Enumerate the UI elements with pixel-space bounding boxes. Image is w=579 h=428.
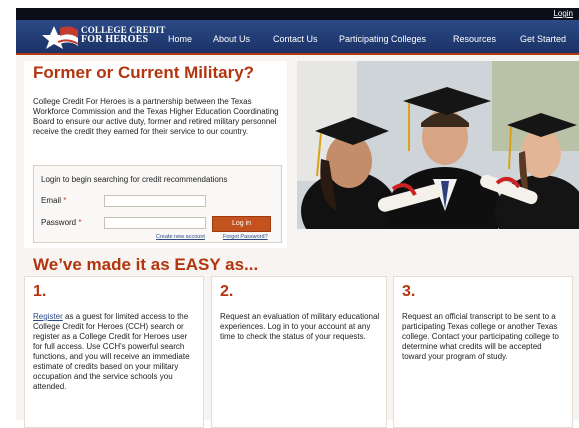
step-text: Request an evaluation of military educat… [220,312,380,341]
main-navigation: COLLEGE CREDIT FOR HEROES Home About Us … [16,20,579,55]
nav-resources[interactable]: Resources [453,34,496,44]
create-account-link[interactable]: Create new account [156,234,205,240]
intro-paragraph: College Credit For Heroes is a partnersh… [33,97,279,136]
flag-star-icon [42,26,79,49]
steps-heading: We’ve made it as EASY as... [33,255,259,274]
forgot-password-link[interactable]: Forgot Password? [223,234,268,240]
step-number: 1. [33,283,47,300]
password-label: Password * [41,218,82,227]
login-button[interactable]: Log in [212,216,271,232]
email-field[interactable] [104,195,206,207]
nav-contact-us[interactable]: Contact Us [273,34,318,44]
page-title: Former or Current Military? [33,63,255,82]
step-text: Request an official transcript to be sen… [402,312,559,361]
login-link[interactable]: Login [553,8,573,20]
hero-photo-graduates [297,61,579,229]
email-label: Email * [41,196,67,205]
login-form: Login to begin searching for credit reco… [33,165,282,243]
site-logo[interactable]: COLLEGE CREDIT FOR HEROES [40,22,180,52]
nav-home[interactable]: Home [168,34,192,44]
nav-participating-colleges[interactable]: Participating Colleges [339,34,426,44]
top-utility-bar: Login [16,8,579,20]
step-text: Register as a guest for limited access t… [33,312,190,391]
password-field[interactable] [104,217,206,229]
nav-about-us[interactable]: About Us [213,34,250,44]
nav-get-started[interactable]: Get Started [520,34,566,44]
graduates-illustration [297,61,579,229]
step-number: 2. [220,283,234,300]
logo-wordmark: COLLEGE CREDIT FOR HEROES [81,25,166,45]
step-number: 3. [402,283,416,300]
login-form-title: Login to begin searching for credit reco… [41,175,228,184]
step-card-2: 2. Request an evaluation of military edu… [211,276,387,428]
register-link[interactable]: Register [33,312,63,321]
step-card-3: 3. Request an official transcript to be … [393,276,573,428]
step-card-1: 1. Register as a guest for limited acces… [24,276,204,428]
